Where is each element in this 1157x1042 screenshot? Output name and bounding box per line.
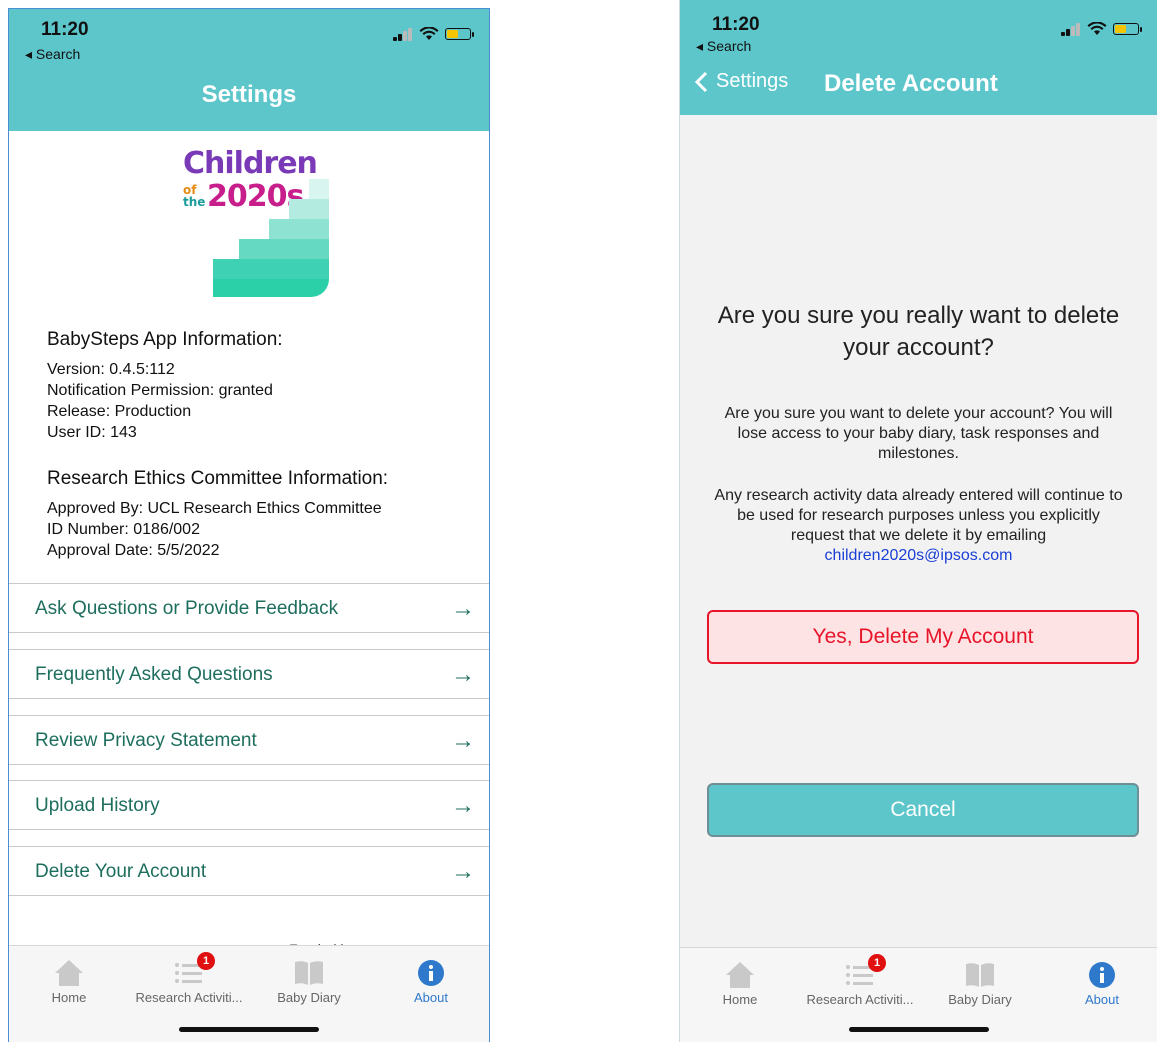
delete-account-screen: 11:20 ◂ Search Settings Delete Account A… [679, 0, 1157, 1042]
tab-about[interactable]: About [1042, 958, 1157, 1007]
tab-label: Home [722, 992, 758, 1007]
info-line: Release: Production [47, 403, 192, 420]
ethics-info-heading: Research Ethics Committee Information: [47, 468, 389, 489]
notification-badge: 1 [197, 952, 215, 970]
menu-item-label: Frequently Asked Questions [35, 664, 273, 685]
tab-baby-diary[interactable]: Baby Diary [249, 956, 369, 1005]
tab-home[interactable]: Home [680, 958, 800, 1007]
battery-icon [445, 28, 474, 40]
data-retention-paragraph: Any research activity data already enter… [714, 486, 1123, 566]
info-line: Version: 0.4.5:112 [47, 361, 175, 378]
arrow-right-icon: → [451, 727, 475, 754]
info-line: User ID: 143 [47, 424, 137, 441]
menu-item-label: Review Privacy Statement [35, 730, 257, 751]
menu-item-faq[interactable]: Frequently Asked Questions → [9, 649, 489, 699]
tab-label: Home [51, 990, 87, 1005]
menu-item-upload-history[interactable]: Upload History → [9, 780, 489, 830]
tab-label: About [414, 990, 448, 1005]
home-indicator [179, 1027, 319, 1032]
retention-text: Any research activity data already enter… [714, 487, 1123, 544]
page-title: Delete Account [824, 70, 998, 97]
arrow-right-icon: → [451, 661, 475, 688]
children-of-the-2020s-logo: Children of the 2020s [167, 149, 337, 299]
menu-item-label: Upload History [35, 795, 160, 816]
system-icons [1061, 22, 1142, 36]
back-to-search-link[interactable]: ◂ Search [696, 38, 751, 55]
book-icon [966, 963, 994, 987]
app-info-section: BabySteps App Information: Version: 0.4.… [47, 329, 283, 443]
info-line: Notification Permission: granted [47, 382, 273, 399]
signal-icon [393, 27, 413, 41]
email-link[interactable]: children2020s@ipsos.com [825, 547, 1013, 564]
menu-item-privacy[interactable]: Review Privacy Statement → [9, 715, 489, 765]
info-line: ID Number: 0186/002 [47, 521, 200, 538]
back-to-search-link[interactable]: ◂ Search [25, 46, 80, 63]
info-icon [418, 960, 444, 986]
chevron-left-icon [694, 71, 708, 92]
system-icons [393, 27, 474, 41]
arrow-right-icon: → [451, 595, 475, 622]
tab-baby-diary[interactable]: Baby Diary [920, 958, 1040, 1007]
menu-item-label: Ask Questions or Provide Feedback [35, 598, 339, 619]
tab-bar: Home 1 Research Activiti... Baby Diary A… [680, 947, 1157, 1042]
confirm-delete-button[interactable]: Yes, Delete My Account [707, 610, 1139, 664]
confirm-question: Are you sure you really want to delete y… [717, 302, 1120, 361]
home-icon [55, 960, 83, 986]
tab-about[interactable]: About [371, 956, 489, 1005]
notification-badge: 1 [868, 954, 886, 972]
app-info-heading: BabySteps App Information: [47, 329, 283, 350]
info-line: Approved By: UCL Research Ethics Committ… [47, 500, 382, 517]
tab-bar: Home 1 Research Activiti... Baby Diary A… [9, 945, 489, 1042]
warning-paragraph: Are you sure you want to delete your acc… [724, 405, 1113, 462]
menu-item-delete-account[interactable]: Delete Your Account → [9, 846, 489, 896]
header-bar: 11:20 ◂ Search Settings Delete Account [680, 0, 1157, 115]
settings-screen: 11:20 ◂ Search Settings Children of the … [8, 8, 490, 1042]
tab-research-activities[interactable]: 1 Research Activiti... [129, 952, 249, 1005]
tab-home[interactable]: Home [9, 956, 129, 1005]
battery-icon [1113, 23, 1142, 35]
tab-label: Baby Diary [948, 992, 1012, 1007]
tab-label: Research Activiti... [806, 992, 914, 1007]
home-icon [726, 962, 754, 988]
arrow-right-icon: → [451, 858, 475, 885]
tab-label: About [1085, 992, 1119, 1007]
ethics-info-section: Research Ethics Committee Information: A… [47, 468, 388, 561]
signal-icon [1061, 22, 1081, 36]
tab-label: Research Activiti... [135, 990, 243, 1005]
status-time: 11:20 [41, 19, 89, 40]
info-icon [1089, 962, 1115, 988]
back-button[interactable]: Settings [694, 70, 788, 93]
cancel-button[interactable]: Cancel [707, 783, 1139, 837]
info-line: Approval Date: 5/5/2022 [47, 542, 220, 559]
menu-item-label: Delete Your Account [35, 861, 207, 882]
home-indicator [848, 1027, 989, 1032]
wifi-icon [1087, 22, 1107, 35]
arrow-right-icon: → [451, 792, 475, 819]
tab-label: Baby Diary [277, 990, 341, 1005]
header-bar: 11:20 ◂ Search Settings [9, 9, 489, 131]
back-label: Settings [716, 70, 789, 92]
menu-item-feedback[interactable]: Ask Questions or Provide Feedback → [9, 583, 489, 633]
page-title: Settings [201, 81, 297, 108]
status-time: 11:20 [712, 14, 760, 35]
wifi-icon [419, 27, 439, 40]
book-icon [295, 961, 323, 985]
tab-research-activities[interactable]: 1 Research Activiti... [800, 954, 920, 1007]
